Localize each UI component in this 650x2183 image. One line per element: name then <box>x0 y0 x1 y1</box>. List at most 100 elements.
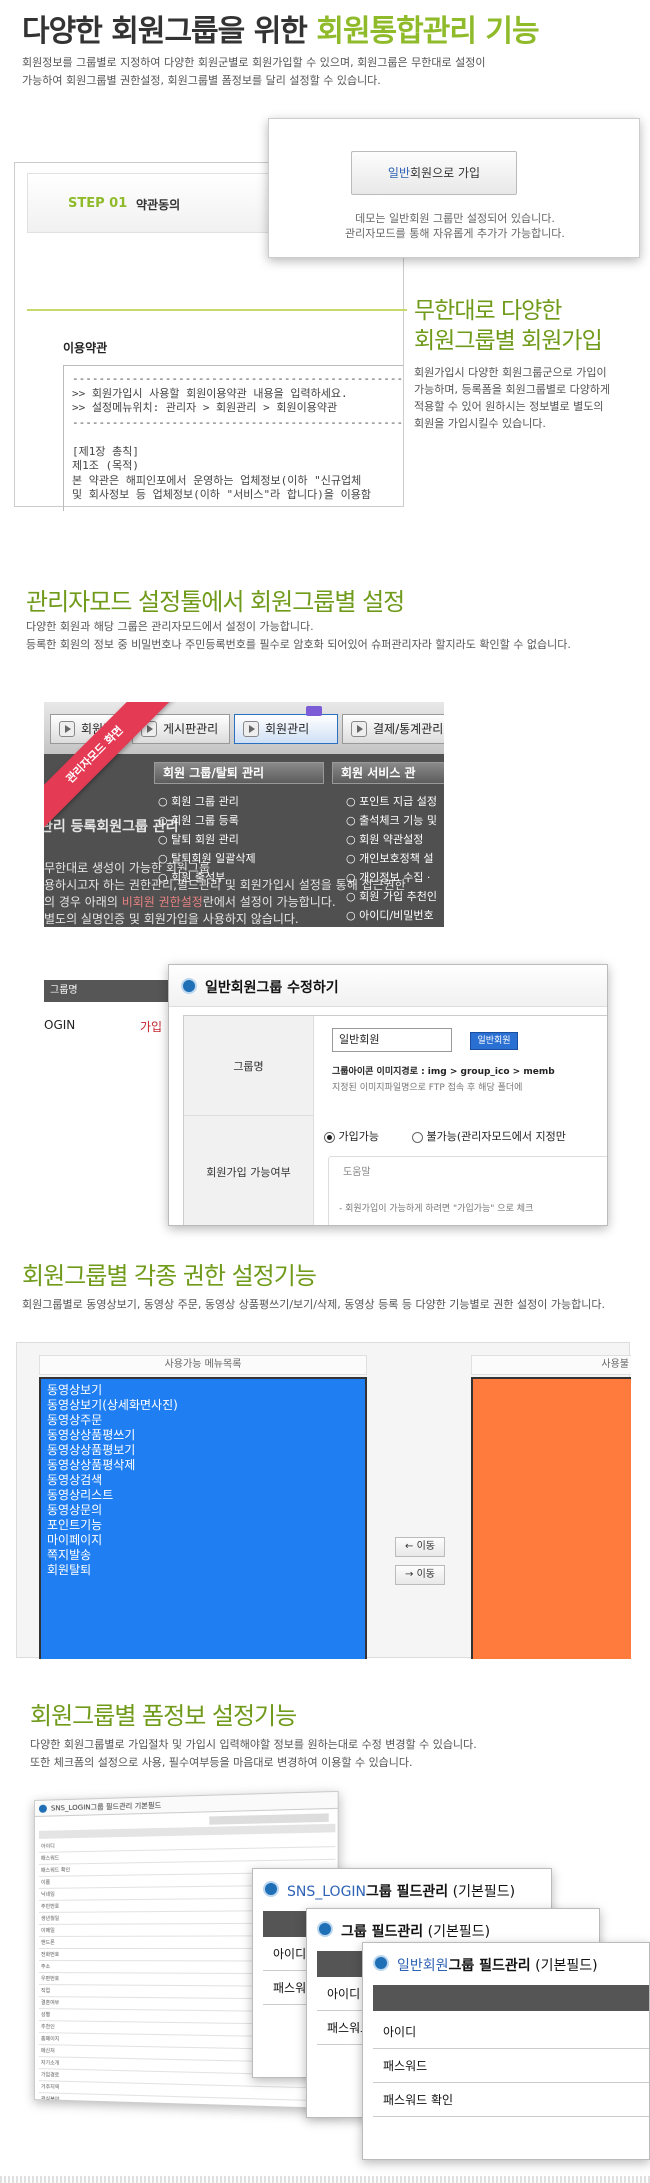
unavailable-menu-list[interactable] <box>471 1377 631 1659</box>
menu-permission-item: 동영상문의 <box>47 1503 103 1517</box>
panel-general-title-text: 그룹 필드관리 <box>448 1958 531 1974</box>
feature-title-line2: 회원그룹별 회원가입 <box>414 328 603 354</box>
group-badge-text: 일반회원 <box>477 1036 511 1046</box>
admin-grid-bar-label: 그룹명 <box>50 985 78 996</box>
available-list-header-label: 사용가능 메뉴목록 <box>164 1359 242 1370</box>
permission-section-description: 회원그룹별로 동영상보기, 동영상 주문, 동영상 상품평쓰기/보기/삭제, 동… <box>22 1298 605 1311</box>
unavailable-list-header-label: 사용불 <box>601 1359 629 1370</box>
move-left-button[interactable]: ← 이동 <box>395 1537 445 1557</box>
menu-header-right-label: 회원 서비스 관 <box>341 766 416 780</box>
admin-description-line2: 등록한 회원의 정보 중 비밀번호나 주민등록번호를 필수로 암호화 되어있어 … <box>26 638 571 651</box>
page-title-plain: 다양한 회원그룹을 위한 <box>22 14 317 49</box>
menu-header-right: 회원 서비스 관 <box>332 762 444 784</box>
join-button-accent: 일반 <box>387 166 411 180</box>
feature-description: 회원가입시 다양한 회원그룹군으로 가입이가능하며, 등록폼을 회원그룹별로 다… <box>414 364 644 432</box>
panel-default-icon <box>317 1921 333 1937</box>
permission-panel: 사용가능 메뉴목록 동영상보기 동영상보기(상세화면사진) 동영상주문 동영상상품평쓰… <box>16 1342 631 1659</box>
nav-tab-payment[interactable]: 결제/통계관리 <box>342 714 444 744</box>
feature-description-line: 적용할 수 있어 원하시는 정보별로 별도의 <box>414 400 604 413</box>
page-title-highlight: 회원통합관리 기능 <box>316 14 539 49</box>
group-name-label-text: 그룹명 <box>233 1059 264 1073</box>
panel-general-row-3: 패스워드 확인 <box>373 2083 649 2117</box>
terms-line: >> 회원가입시 사용할 회원이용약관 내용을 입력하세요. <box>72 386 348 400</box>
feature-description-line: 회원을 가입시킬수 있습니다. <box>414 417 546 430</box>
panel-default-title: 그룹 필드관리 (기본필드) <box>341 1921 490 1941</box>
terms-line: ----------------------------------------… <box>72 415 403 429</box>
feature-description-line: 가능하며, 등록폼을 회원그룹별로 다양하게 <box>414 383 611 396</box>
group-name-input[interactable]: 일반회원 <box>332 1028 452 1052</box>
panel-sns-title-suffix: (기본필드) <box>452 1884 516 1900</box>
bottom-divider <box>0 2176 650 2183</box>
panel-general-rows: 아이디 패스워드 패스워드 확인 <box>373 2015 649 2155</box>
feature-description-line: 회원가입시 다양한 회원그룹군으로 가입이 <box>414 366 607 379</box>
play-icon <box>351 721 367 737</box>
menu-right-item: 회원 약관설정 <box>346 830 444 849</box>
bg-page-text: 무한대로 생성이 가능한 회원그룹 용하시고자 하는 권한관리,필드관리 및 회… <box>44 860 406 927</box>
modal-title-icon <box>181 978 197 994</box>
step-number: STEP 01 <box>68 196 128 211</box>
menu-header-left-label: 회원 그룹/탈퇴 관리 <box>163 766 265 780</box>
form-description-line1: 다양한 회원그룹별로 가입절차 및 가입시 입력해야할 정보를 원하는대로 수정… <box>30 1738 477 1751</box>
panel-sns-title: SNS_LOGIN그룹 필드관리 (기본필드) <box>287 1881 515 1901</box>
terms-line: 및 회사정보 등 업체정보(이하 "서비스"라 합니다)을 이용함 <box>72 488 371 501</box>
modal-form: 그룹명 일반회원 일반회원 그룹아이콘 이미지경로 : img > group_… <box>183 1015 607 1225</box>
join-note: 데모는 일반회원 그룹만 설정되어 있습니다. 관리자모드를 통해 자유롭게 추… <box>269 211 641 241</box>
terms-line: 제1조 (목적) <box>72 459 139 472</box>
panel-general-title-accent: 일반회원 <box>397 1958 449 1974</box>
panel-default-title-suffix: (기본필드) <box>427 1924 491 1940</box>
panel-general-title-suffix: (기본필드) <box>535 1958 598 1974</box>
form-description-line2: 또한 체크폼의 설정으로 사용, 필수여부등을 마음대로 변경하여 이용할 수 … <box>30 1756 413 1769</box>
panel-general-dark-bar <box>373 1985 649 2011</box>
join-general-member-button[interactable]: 일반회원으로 가입 <box>351 151 517 195</box>
join-button-text: 회원으로 가입 <box>410 166 481 180</box>
nav-tab-label: 회원관리 <box>265 722 310 736</box>
help-box: 도움말 - 회원가입이 가능하게 하려면 "가입가능" 으로 체크 <box>328 1156 607 1225</box>
menu-permission-item: 동영상상품평보기 <box>47 1443 136 1457</box>
panel-general-icon <box>373 1955 389 1971</box>
form-section-description: 다양한 회원그룹별로 가입절차 및 가입시 입력해야할 정보를 원하는대로 수정… <box>30 1736 640 1772</box>
menu-permission-item: 포인트기능 <box>47 1518 103 1532</box>
form-section-title: 회원그룹별 폼정보 설정기능 <box>30 1702 297 1730</box>
page-description-line2: 가능하여 회원그룹별 권한설정, 회원그룹별 폼정보를 달리 설정할 수 있습니… <box>22 74 381 87</box>
bg-text-line1: 무한대로 생성이 가능한 회원그룹 <box>44 861 211 875</box>
terms-text: ----------------------------------------… <box>72 372 403 503</box>
menu-left-item: 회원 그룹 관리 <box>158 792 256 811</box>
menu-permission-item: 동영상상품평쓰기 <box>47 1428 136 1442</box>
admin-section-title: 관리자모드 설정툴에서 회원그룹별 설정 <box>26 588 405 616</box>
admin-section-description: 다양한 회원과 해당 그룹은 관리자모드에서 설정이 가능합니다. 등록한 회원… <box>26 618 646 654</box>
terms-line: 본 약관은 해피인포에서 운영하는 업체정보(이하 "신규업체 <box>72 473 362 487</box>
group-name-value: 일반회원 <box>339 1033 380 1046</box>
group-icon-path: 그룹아이콘 이미지경로 : img > group_ico > memb <box>332 1067 555 1077</box>
step-label: 약관동의 <box>136 198 181 212</box>
panel-sns-title-accent: SNS_LOGIN <box>287 1884 367 1900</box>
panel-sns-header: SNS_LOGIN그룹 필드관리 (기본필드) <box>253 1869 551 1909</box>
menu-permission-item: 동영상주문 <box>47 1413 103 1427</box>
terms-line: >> 설정메뉴위치: 관리자 > 회원관리 > 회원이용약관 <box>72 401 338 414</box>
unavailable-list-header: 사용불 <box>471 1355 631 1375</box>
bg-link[interactable]: 비회원 권한설정 <box>122 895 203 909</box>
join-allowed-label-text: 회원가입 가능여부 <box>206 1166 291 1179</box>
group-name-label: 그룹명 <box>184 1016 314 1116</box>
feature-title: 무한대로 다양한 회원그룹별 회원가입 <box>414 296 603 356</box>
help-text: - 회원가입이 가능하게 하려면 "가입가능" 으로 체크 <box>339 1204 534 1214</box>
menu-permission-item: 동영상보기 <box>47 1383 103 1397</box>
panel-general-header: 일반회원그룹 필드관리 (기본필드) <box>363 1943 649 1983</box>
nav-tab-label: 게시판관리 <box>163 722 219 736</box>
radio-checked-icon <box>324 1131 335 1143</box>
panel-sns-title-text: 그룹 필드관리 <box>366 1884 449 1900</box>
radio-join-no-label: 불가능(관리자모드에서 지정만 <box>426 1130 566 1143</box>
available-menu-list[interactable]: 동영상보기 동영상보기(상세화면사진) 동영상주문 동영상상품평쓰기 동영상상품평보기 동… <box>39 1377 367 1659</box>
terms-line: ----------------------------------------… <box>72 372 403 385</box>
menu-permission-item: 동영상리스트 <box>47 1488 114 1502</box>
group-badge: 일반회원 <box>470 1032 518 1050</box>
group-edit-modal: 일반회원그룹 수정하기 그룹명 일반회원 일반회원 그룹아이콘 이미지경로 : … <box>168 964 608 1226</box>
nav-tab-member-active[interactable]: 회원관리 <box>234 714 338 744</box>
feature-title-line1: 무한대로 다양한 <box>414 298 562 324</box>
radio-join-yes[interactable]: 가입가능 <box>324 1128 379 1144</box>
radio-join-no[interactable]: 불가능(관리자모드에서 지정만 <box>412 1128 566 1144</box>
menu-permission-item: 회원탈퇴 <box>47 1563 92 1577</box>
panel-sns-icon <box>263 1881 279 1897</box>
field-panel-general: 일반회원그룹 필드관리 (기본필드) 아이디 패스워드 패스워드 확인 <box>362 1942 650 2160</box>
move-right-button[interactable]: → 이동 <box>395 1565 445 1585</box>
terms-line: [제1장 총칙] <box>72 444 139 458</box>
